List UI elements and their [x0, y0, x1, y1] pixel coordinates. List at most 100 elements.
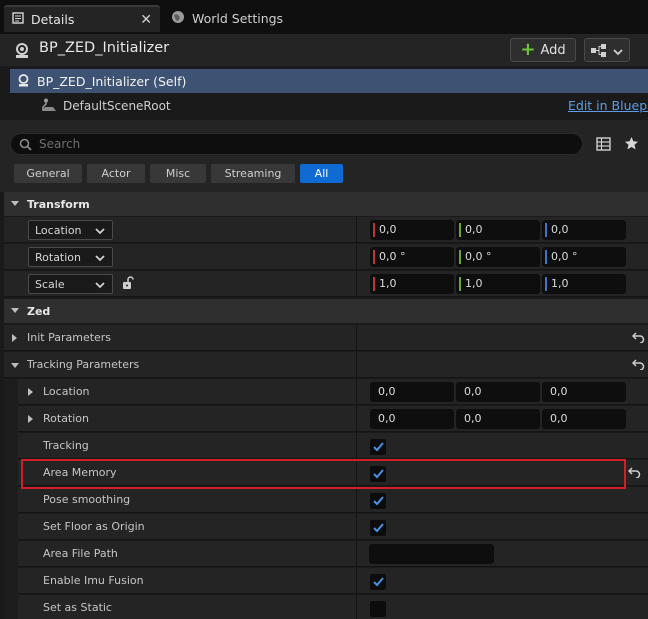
reset-icon[interactable]: [631, 332, 645, 346]
transform-rotation-row: Rotation 0,0 ° 0,0 ° 0,0 °: [4, 244, 648, 270]
set-floor-as-origin-row: Set Floor as Origin: [18, 514, 648, 540]
tab-bar: Details ✕ World Settings: [0, 0, 648, 34]
enable-imu-fusion-label: Enable Imu Fusion: [43, 574, 144, 587]
location-x-field[interactable]: 0,0: [370, 220, 454, 240]
component-tree: BP_ZED_Initializer (Self) DefaultSceneRo…: [0, 66, 648, 120]
scene-root-icon: [41, 98, 57, 116]
area-file-path-label: Area File Path: [43, 547, 118, 560]
tracking-rotation-y-field[interactable]: 0,0: [456, 409, 540, 429]
location-y-field[interactable]: 0,0: [456, 220, 540, 240]
area-file-path-row: Area File Path: [18, 541, 648, 567]
pose-smoothing-label: Pose smoothing: [43, 493, 131, 506]
blueprint-icon: [591, 44, 607, 60]
favorite-star-icon[interactable]: [624, 136, 639, 154]
details-icon: [12, 12, 24, 27]
filter-general[interactable]: General: [14, 164, 82, 183]
transform-scale-row: Scale 1,0 1,0 1,0: [4, 271, 648, 297]
tab-world-settings[interactable]: World Settings: [163, 5, 323, 32]
tracking-location-z-field[interactable]: 0,0: [542, 382, 626, 402]
collapse-arrow-icon[interactable]: [11, 363, 19, 368]
area-file-path-input[interactable]: [369, 544, 494, 564]
tab-world-settings-label: World Settings: [192, 11, 284, 26]
location-z-field[interactable]: 0,0: [542, 220, 626, 240]
enable-imu-fusion-checkbox[interactable]: [370, 574, 386, 590]
location-dropdown-label: Location: [35, 224, 82, 237]
actor-icon: [13, 42, 31, 63]
tracking-location-row[interactable]: Location 0,0 0,0 0,0: [18, 379, 648, 405]
filter-streaming[interactable]: Streaming: [211, 164, 295, 183]
collapse-arrow-icon: [11, 308, 19, 313]
tree-item-self[interactable]: BP_ZED_Initializer (Self): [10, 69, 648, 93]
section-transform[interactable]: Transform: [4, 192, 648, 216]
tracking-parameters-label: Tracking Parameters: [27, 358, 140, 371]
edit-in-blueprint-link[interactable]: Edit in Blueprint: [568, 98, 648, 113]
init-parameters-label: Init Parameters: [27, 331, 112, 344]
search-placeholder: Search: [39, 137, 81, 151]
tracking-location-label: Location: [43, 385, 90, 398]
collapse-arrow-icon: [11, 201, 19, 206]
lock-icon[interactable]: [121, 276, 135, 293]
filter-all[interactable]: All: [300, 164, 343, 183]
tracking-parameters-row[interactable]: Tracking Parameters: [4, 352, 648, 378]
actor-icon: [16, 73, 31, 91]
tracking-rotation-x-field[interactable]: 0,0: [370, 409, 454, 429]
area-memory-highlight-box: [21, 459, 626, 489]
tracking-location-x-field[interactable]: 0,0: [370, 382, 454, 402]
expand-arrow-icon[interactable]: [28, 388, 33, 396]
blueprint-options-button[interactable]: [584, 38, 630, 62]
rotation-z-field[interactable]: 0,0 °: [542, 247, 626, 267]
rotation-dropdown[interactable]: Rotation: [28, 247, 113, 267]
chevron-down-icon: [95, 279, 105, 292]
set-as-static-checkbox[interactable]: [370, 601, 386, 617]
tracking-rotation-row[interactable]: Rotation 0,0 0,0 0,0: [18, 406, 648, 432]
scale-y-field[interactable]: 1,0: [456, 274, 540, 294]
globe-icon: [171, 10, 185, 27]
scale-z-field[interactable]: 1,0: [542, 274, 626, 294]
scale-x-field[interactable]: 1,0: [370, 274, 454, 294]
set-as-static-row: Set as Static: [18, 595, 648, 619]
tracking-rotation-label: Rotation: [43, 412, 90, 425]
checkmark-icon: [373, 577, 384, 590]
chevron-down-icon: [613, 46, 623, 59]
checkmark-icon: [373, 442, 384, 455]
tracking-checkbox[interactable]: [370, 439, 386, 455]
search-icon: [19, 138, 32, 154]
add-label: Add: [540, 42, 566, 58]
tab-details-label: Details: [31, 12, 75, 27]
enable-imu-fusion-row: Enable Imu Fusion: [18, 568, 648, 594]
pose-smoothing-row: Pose smoothing: [18, 487, 648, 513]
pose-smoothing-checkbox[interactable]: [370, 493, 386, 509]
reset-icon[interactable]: [631, 359, 645, 373]
tree-item-default-scene-root[interactable]: DefaultSceneRoot: [63, 99, 171, 113]
expand-arrow-icon[interactable]: [12, 334, 17, 342]
tracking-row: Tracking: [18, 433, 648, 459]
init-parameters-row[interactable]: Init Parameters: [4, 325, 648, 351]
search-input[interactable]: Search: [10, 133, 583, 155]
filter-misc[interactable]: Misc: [150, 164, 206, 183]
expand-arrow-icon[interactable]: [28, 415, 33, 423]
chevron-down-icon: [95, 252, 105, 265]
rotation-x-field[interactable]: 0,0 °: [370, 247, 454, 267]
set-floor-as-origin-checkbox[interactable]: [370, 520, 386, 536]
chevron-down-icon: [95, 225, 105, 238]
details-header: BP_ZED_Initializer + Add: [0, 34, 648, 66]
reset-icon[interactable]: [627, 467, 641, 481]
tracking-location-y-field[interactable]: 0,0: [456, 382, 540, 402]
close-icon[interactable]: ✕: [140, 12, 152, 28]
table-view-icon[interactable]: [596, 137, 611, 154]
set-as-static-label: Set as Static: [43, 601, 112, 614]
transform-location-row: Location 0,0 0,0 0,0: [4, 217, 648, 243]
tracking-rotation-z-field[interactable]: 0,0: [542, 409, 626, 429]
checkmark-icon: [373, 496, 384, 509]
section-transform-label: Transform: [27, 198, 90, 211]
tracking-label: Tracking: [43, 439, 89, 452]
filter-actor[interactable]: Actor: [87, 164, 145, 183]
tab-details[interactable]: Details ✕: [4, 5, 160, 32]
location-dropdown[interactable]: Location: [28, 220, 113, 240]
add-component-button[interactable]: + Add: [510, 38, 576, 62]
scale-dropdown[interactable]: Scale: [28, 274, 113, 294]
rotation-y-field[interactable]: 0,0 °: [456, 247, 540, 267]
scale-dropdown-label: Scale: [35, 278, 65, 291]
checkmark-icon: [373, 523, 384, 536]
section-zed[interactable]: Zed: [4, 299, 648, 323]
